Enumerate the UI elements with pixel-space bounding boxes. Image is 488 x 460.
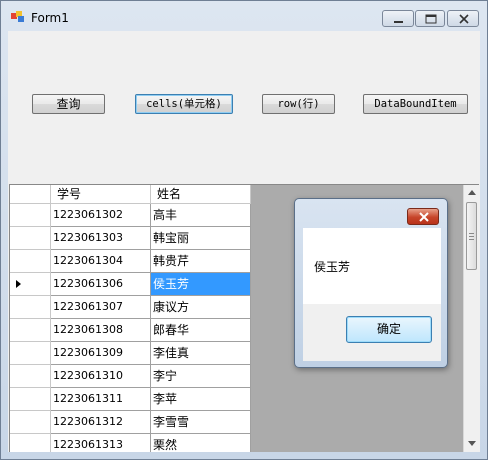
row-header[interactable] bbox=[10, 227, 51, 250]
message-text-area: 侯玉芳 bbox=[303, 228, 441, 304]
message-box: 侯玉芳 确定 bbox=[294, 198, 448, 368]
minimize-icon bbox=[394, 21, 403, 23]
row-button[interactable]: row(行) bbox=[262, 94, 335, 114]
form-window: Form1 查询 cells(单元格) row(行) DataBoundItem… bbox=[0, 0, 488, 460]
cell-student-id[interactable]: 1223061303 bbox=[51, 227, 151, 250]
row-header[interactable] bbox=[10, 342, 51, 365]
scroll-up-button[interactable] bbox=[464, 185, 479, 201]
row-header[interactable] bbox=[10, 388, 51, 411]
row-header[interactable] bbox=[10, 434, 51, 452]
cell-student-id[interactable]: 1223061312 bbox=[51, 411, 151, 434]
row-header[interactable] bbox=[10, 365, 51, 388]
cell-student-id[interactable]: 1223061309 bbox=[51, 342, 151, 365]
row-header[interactable] bbox=[10, 250, 51, 273]
cell-student-id[interactable]: 1223061306 bbox=[51, 273, 151, 296]
grid-corner-header[interactable] bbox=[10, 185, 51, 204]
cell-student-name[interactable]: 韩贵芹 bbox=[151, 250, 251, 273]
current-row-arrow-icon bbox=[16, 280, 21, 288]
maximize-button[interactable] bbox=[415, 10, 445, 27]
vertical-scrollbar[interactable] bbox=[463, 185, 479, 452]
cell-student-id[interactable]: 1223061304 bbox=[51, 250, 151, 273]
scroll-down-button[interactable] bbox=[464, 435, 479, 451]
cell-student-id[interactable]: 1223061313 bbox=[51, 434, 151, 452]
message-close-button[interactable] bbox=[407, 208, 439, 225]
databounditem-button[interactable]: DataBoundItem bbox=[363, 94, 468, 114]
cell-student-id[interactable]: 1223061302 bbox=[51, 204, 151, 227]
row-header[interactable] bbox=[10, 319, 51, 342]
row-header[interactable] bbox=[10, 296, 51, 319]
query-button[interactable]: 查询 bbox=[32, 94, 105, 114]
minimize-button[interactable] bbox=[382, 10, 414, 27]
cell-student-name[interactable]: 李佳真 bbox=[151, 342, 251, 365]
row-header[interactable] bbox=[10, 411, 51, 434]
row-header[interactable] bbox=[10, 204, 51, 227]
message-text: 侯玉芳 bbox=[314, 260, 351, 274]
maximize-icon bbox=[425, 14, 437, 24]
cell-student-id[interactable]: 1223061311 bbox=[51, 388, 151, 411]
cell-student-name[interactable]: 郎春华 bbox=[151, 319, 251, 342]
close-button[interactable] bbox=[447, 10, 479, 27]
cell-student-name[interactable]: 栗然 bbox=[151, 434, 251, 452]
cell-student-id[interactable]: 1223061308 bbox=[51, 319, 151, 342]
close-icon bbox=[459, 14, 469, 24]
cell-student-id[interactable]: 1223061310 bbox=[51, 365, 151, 388]
cell-student-name[interactable]: 康议方 bbox=[151, 296, 251, 319]
cells-button[interactable]: cells(单元格) bbox=[135, 94, 233, 114]
ok-button[interactable]: 确定 bbox=[346, 316, 432, 343]
column-header-name[interactable]: 姓名 bbox=[151, 185, 251, 204]
close-icon bbox=[419, 212, 429, 222]
scroll-up-icon bbox=[468, 190, 476, 195]
cell-student-name[interactable]: 韩宝丽 bbox=[151, 227, 251, 250]
cell-student-name[interactable]: 李宁 bbox=[151, 365, 251, 388]
cell-student-name[interactable]: 李苹 bbox=[151, 388, 251, 411]
title-bar[interactable]: Form1 bbox=[1, 1, 487, 31]
cell-student-name[interactable]: 侯玉芳 bbox=[151, 273, 251, 296]
row-header[interactable] bbox=[10, 273, 51, 296]
column-header-id[interactable]: 学号 bbox=[51, 185, 151, 204]
app-icon bbox=[11, 11, 25, 23]
message-body: 侯玉芳 确定 bbox=[303, 228, 441, 361]
cell-student-name[interactable]: 高丰 bbox=[151, 204, 251, 227]
scroll-down-icon bbox=[468, 441, 476, 446]
cell-student-id[interactable]: 1223061307 bbox=[51, 296, 151, 319]
window-title: Form1 bbox=[31, 11, 69, 25]
cell-student-name[interactable]: 李雪雪 bbox=[151, 411, 251, 434]
scroll-thumb[interactable] bbox=[466, 202, 477, 270]
